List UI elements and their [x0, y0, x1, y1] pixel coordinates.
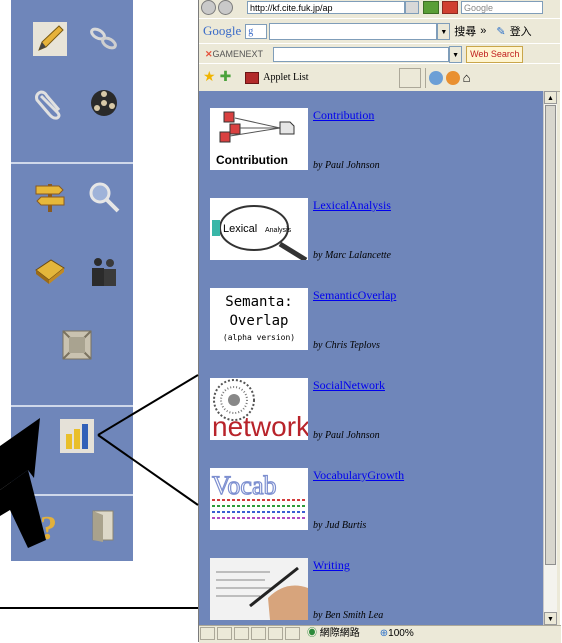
- stop-button[interactable]: [442, 0, 458, 14]
- zoom-level[interactable]: ⊕100%: [380, 626, 414, 643]
- add-favorite-icon[interactable]: ✚: [220, 69, 232, 86]
- back-button[interactable]: [201, 0, 216, 15]
- svg-text:?: ?: [40, 510, 57, 542]
- paperclip-icon[interactable]: [33, 86, 67, 120]
- applet-writing: Writing by Ben Smith Lea: [210, 558, 540, 625]
- question-icon[interactable]: ?: [33, 508, 67, 542]
- tab-applet-list[interactable]: Applet List: [263, 72, 308, 83]
- status-cell: [251, 627, 266, 640]
- scroll-up-button[interactable]: ▲: [544, 91, 557, 104]
- film-reel-icon[interactable]: [87, 86, 121, 120]
- applet-semanticoverlap: Semanta: Overlap (alpha version) Semanti…: [210, 288, 540, 364]
- vocab-thumbnail[interactable]: Vocab: [210, 468, 308, 530]
- applet-lexicalanalysis: Lexical Analysis LexicalAnalysis by Marc…: [210, 198, 540, 274]
- tab-bar: ★ ✚ Applet List ⌂: [199, 63, 560, 92]
- palette-divider: [11, 405, 133, 407]
- applet-author: by Chris Teplovs: [313, 340, 380, 351]
- applet-author: by Jud Burtis: [313, 520, 367, 531]
- svg-text:(alpha version): (alpha version): [223, 333, 295, 342]
- gamenext-toolbar: ✕GAMENEXT ▼ Web Search: [199, 43, 560, 64]
- people-icon[interactable]: [87, 254, 121, 288]
- book-icon[interactable]: [33, 254, 67, 288]
- applet-link[interactable]: LexicalAnalysis: [313, 198, 391, 213]
- tool-palette: ?: [11, 0, 133, 561]
- status-cell: [234, 627, 249, 640]
- svg-text:Analysis: Analysis: [265, 227, 292, 234]
- search-box[interactable]: Google: [461, 0, 543, 14]
- feeds-icon[interactable]: [428, 70, 443, 85]
- network-thumbnail[interactable]: network: [210, 378, 308, 440]
- frame-icon[interactable]: [60, 328, 94, 362]
- applet-link[interactable]: SocialNetwork: [313, 378, 385, 393]
- applet-author: by Ben Smith Lea: [313, 610, 384, 621]
- internet-zone-label: ◉ 網際網路: [307, 628, 360, 639]
- forward-button[interactable]: [218, 0, 233, 15]
- applet-link[interactable]: VocabularyGrowth: [313, 468, 404, 483]
- vertical-scrollbar[interactable]: ▲ ▼: [543, 91, 557, 625]
- web-search-button[interactable]: Web Search: [466, 45, 524, 63]
- status-cell: [268, 627, 283, 640]
- chain-link-icon[interactable]: [87, 22, 121, 56]
- globe-icon: ◉: [307, 628, 317, 639]
- rss-icon[interactable]: [445, 70, 460, 85]
- svg-text:Vocab: Vocab: [212, 471, 277, 500]
- google-logo: Google: [203, 23, 242, 38]
- door-icon[interactable]: [87, 508, 121, 542]
- svg-text:network: network: [212, 411, 308, 440]
- bar-chart-icon[interactable]: [60, 419, 94, 453]
- applet-link[interactable]: Contribution: [313, 108, 374, 123]
- scroll-thumb[interactable]: [545, 105, 556, 565]
- svg-text:Contribution: Contribution: [216, 153, 288, 167]
- chevron-down-icon[interactable]: ▼: [449, 45, 463, 63]
- status-cell: [285, 627, 300, 640]
- address-dropdown[interactable]: [405, 0, 419, 14]
- svg-text:Overlap: Overlap: [229, 313, 288, 329]
- applet-list-page: Contribution Contribution by Paul Johnso…: [199, 91, 543, 625]
- writing-thumbnail[interactable]: [210, 558, 308, 620]
- home-icon[interactable]: ⌂: [463, 70, 471, 86]
- applet-contribution: Contribution Contribution by Paul Johnso…: [210, 108, 540, 184]
- status-bar: ◉ 網際網路 ⊕100%: [199, 625, 561, 643]
- palette-divider: [11, 494, 133, 496]
- wrench-icon[interactable]: ✎: [496, 25, 505, 38]
- applet-link[interactable]: SemanticOverlap: [313, 288, 396, 303]
- search-button[interactable]: 搜尋: [454, 23, 476, 39]
- signpost-icon[interactable]: [33, 180, 67, 214]
- chevron-down-icon[interactable]: ▼: [437, 22, 451, 40]
- new-tab-button[interactable]: [398, 67, 421, 88]
- scroll-down-button[interactable]: ▼: [544, 612, 557, 625]
- login-button[interactable]: 登入: [510, 23, 532, 39]
- applet-author: by Marc Lalancette: [313, 250, 391, 261]
- address-input[interactable]: http://kf.cite.fuk.jp/ap: [247, 0, 405, 14]
- pencil-icon[interactable]: [33, 22, 67, 56]
- lexical-thumbnail[interactable]: Lexical Analysis: [210, 198, 308, 260]
- toolbar-divider: [424, 67, 426, 88]
- google-search-input[interactable]: [269, 22, 438, 40]
- zoom-icon: ⊕: [379, 628, 389, 639]
- applet-author: by Paul Johnson: [313, 160, 380, 171]
- more-button[interactable]: »: [480, 25, 486, 37]
- applet-author: by Paul Johnson: [313, 430, 380, 441]
- palette-divider: [11, 162, 133, 164]
- favorites-star-icon[interactable]: ★: [203, 69, 216, 86]
- contribution-thumbnail[interactable]: Contribution: [210, 108, 308, 170]
- applet-socialnetwork: network SocialNetwork by Paul Johnson: [210, 378, 540, 454]
- applet-link[interactable]: Writing: [313, 558, 350, 573]
- address-bar: http://kf.cite.fuk.jp/ap Google: [199, 0, 560, 15]
- gamenext-logo: ✕GAMENEXT: [205, 48, 264, 59]
- semanta-thumbnail[interactable]: Semanta: Overlap (alpha version): [210, 288, 308, 350]
- svg-text:Lexical: Lexical: [223, 223, 257, 235]
- status-cell: [217, 627, 232, 640]
- applet-vocabularygrowth: Vocab VocabularyGrowth by Jud Burtis: [210, 468, 540, 544]
- browser-window: http://kf.cite.fuk.jp/ap Google Google g…: [198, 0, 561, 643]
- status-cell: [200, 627, 215, 640]
- page-icon: [245, 71, 260, 84]
- svg-text:Semanta:: Semanta:: [225, 294, 292, 310]
- go-button[interactable]: [423, 0, 439, 14]
- gamenext-search-input[interactable]: [273, 46, 450, 62]
- magnifier-icon[interactable]: [87, 180, 121, 214]
- google-toolbar: Google g ▼ 搜尋 » ✎ 登入: [199, 18, 560, 43]
- google-menu[interactable]: g: [245, 23, 268, 39]
